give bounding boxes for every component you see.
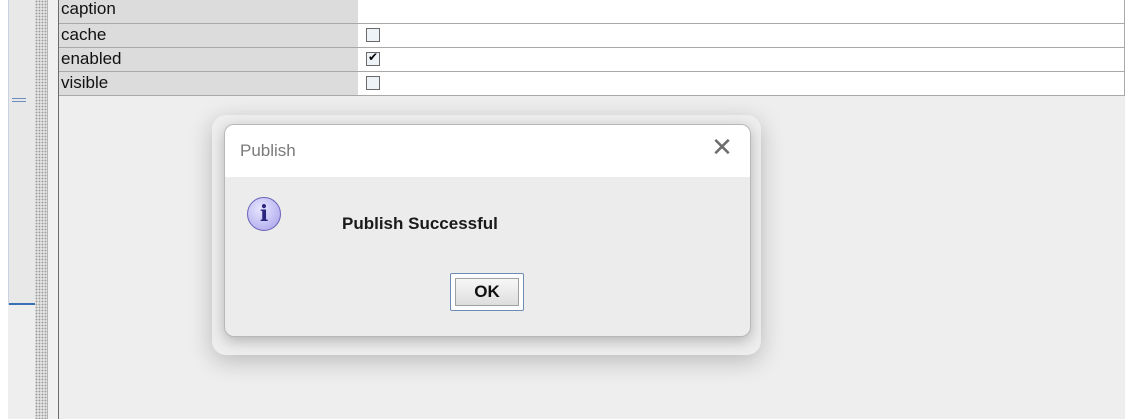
property-name: visible <box>59 72 360 96</box>
property-row-cache: cache <box>59 24 1125 48</box>
dialog-title: Publish <box>240 141 296 160</box>
ok-button[interactable]: OK <box>450 273 524 311</box>
property-row-enabled: enabled <box>59 48 1125 72</box>
property-name: cache <box>59 24 360 48</box>
visible-checkbox[interactable] <box>366 76 380 90</box>
splitter-handle[interactable] <box>35 0 48 419</box>
property-name: caption <box>59 0 360 24</box>
property-value-cell <box>358 48 1125 72</box>
dialog-message: Publish Successful <box>342 214 498 233</box>
side-panel-empty <box>8 305 35 419</box>
ok-button-label: OK <box>455 278 519 306</box>
dialog-titlebar[interactable]: Publish ✕ <box>225 125 750 177</box>
property-value-cell <box>358 24 1125 48</box>
cache-checkbox[interactable] <box>366 28 380 42</box>
collapsed-side-panel[interactable] <box>8 0 36 305</box>
info-icon: i <box>247 197 281 231</box>
property-value-cell <box>358 72 1125 96</box>
publish-dialog: Publish ✕ i Publish Successful OK <box>224 124 751 337</box>
property-table: caption cache enabled visible <box>59 0 1125 96</box>
property-name: enabled <box>59 48 360 72</box>
caption-value-field[interactable] <box>358 0 1125 24</box>
property-row-caption: caption <box>59 0 1125 24</box>
table-margin <box>48 0 59 419</box>
property-row-visible: visible <box>59 72 1125 96</box>
window-edge <box>0 0 8 419</box>
close-icon[interactable]: ✕ <box>710 135 734 161</box>
enabled-checkbox[interactable] <box>366 50 380 66</box>
panel-grip-icon[interactable] <box>12 96 26 108</box>
